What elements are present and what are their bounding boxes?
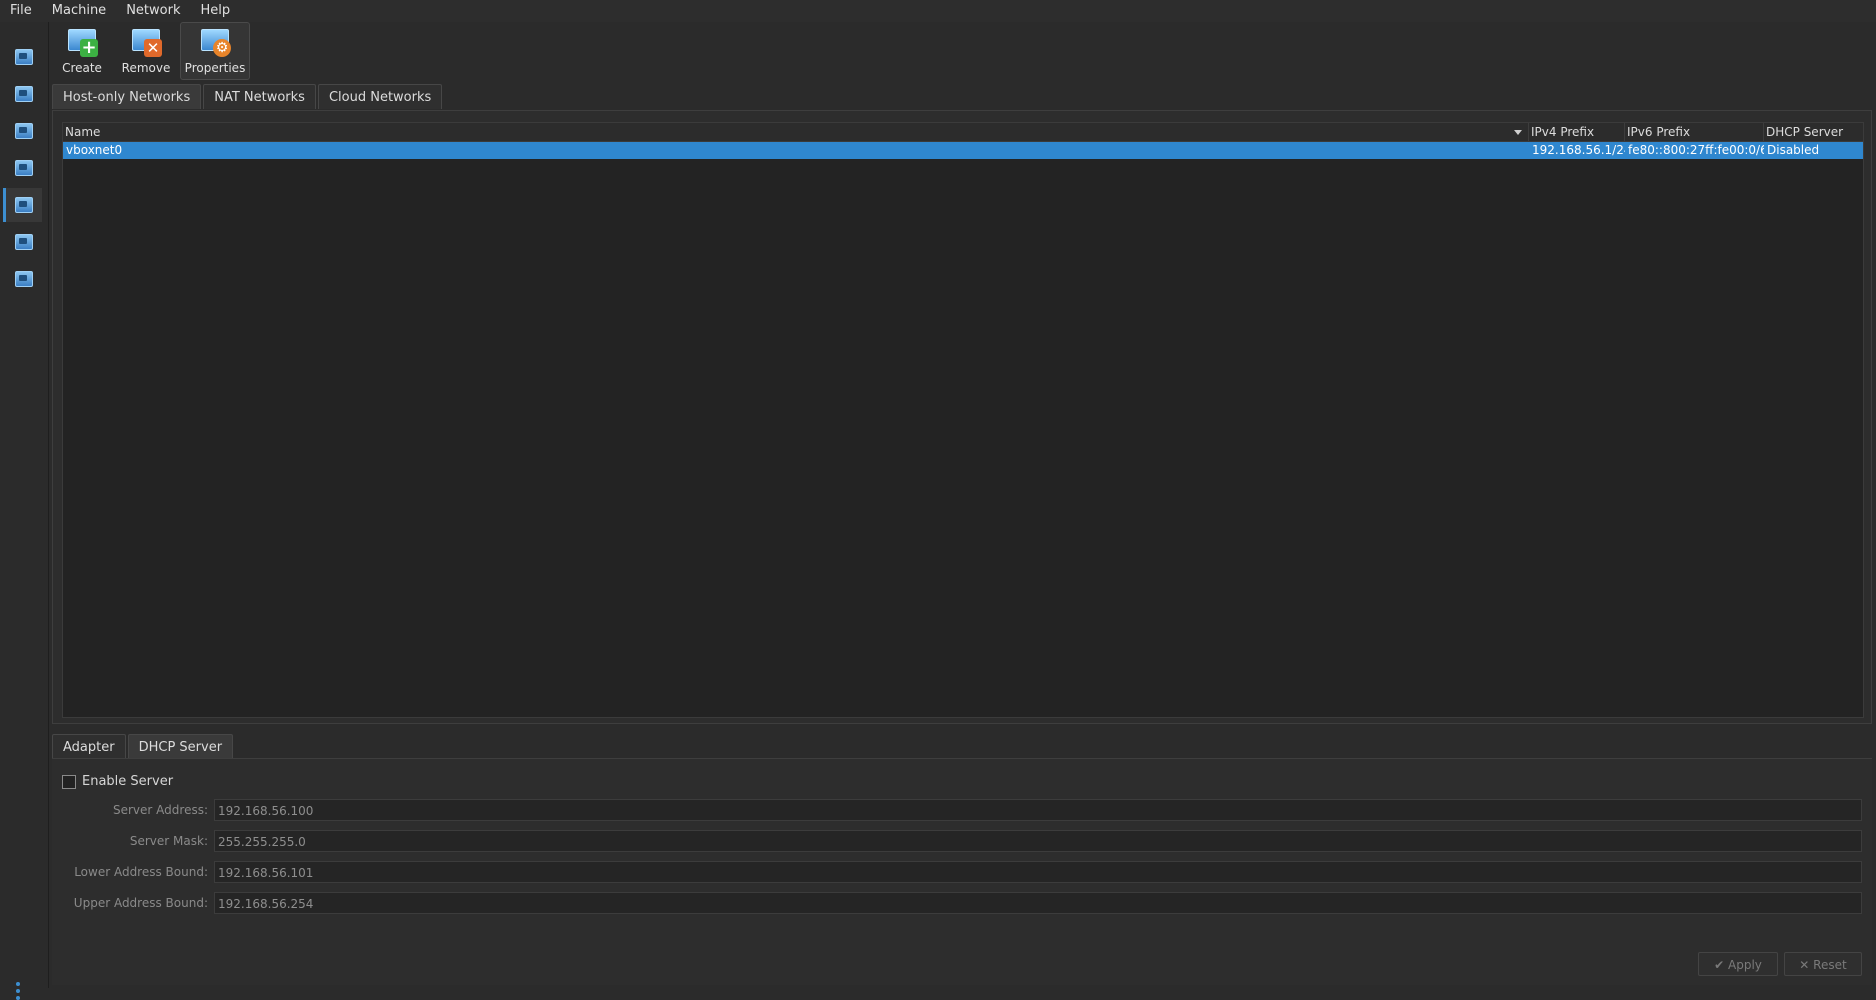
server-address-field: 192.168.56.100: [214, 799, 1862, 821]
column-name-label: Name: [65, 125, 101, 139]
sidebar-machines-button[interactable]: [6, 77, 42, 111]
menu-machine[interactable]: Machine: [42, 0, 116, 22]
enable-server-checkbox[interactable]: [62, 774, 76, 789]
server-mask-label: Server Mask:: [129, 834, 208, 848]
network-type-tabs: Host-only Networks NAT Networks Cloud Ne…: [52, 84, 444, 109]
lower-bound-label: Lower Address Bound:: [74, 865, 208, 879]
remove-label: Remove: [121, 61, 171, 75]
media-icon: [15, 160, 33, 176]
sidebar-activities-button[interactable]: [6, 262, 42, 296]
tab-nat-networks[interactable]: NAT Networks: [203, 84, 316, 109]
server-mask-row: Server Mask: 255.255.255.0: [52, 830, 1862, 852]
menu-network[interactable]: Network: [116, 0, 190, 22]
upper-bound-label: Upper Address Bound:: [73, 896, 208, 910]
apply-check-icon: ✔: [1714, 958, 1725, 972]
reset-x-icon: ✕: [1799, 958, 1810, 972]
tab-dhcp-server[interactable]: DHCP Server: [127, 734, 234, 759]
extensions-icon: [15, 123, 33, 139]
sidebar-welcome-button[interactable]: [6, 40, 42, 74]
cell-name: vboxnet0: [66, 143, 123, 157]
apply-label: Apply: [1728, 958, 1762, 972]
server-address-row: Server Address: 192.168.56.100: [52, 799, 1862, 821]
column-header-dhcp[interactable]: DHCP Server: [1764, 123, 1863, 141]
create-network-icon: +: [66, 27, 98, 57]
properties-label: Properties: [184, 61, 246, 75]
create-label: Create: [62, 61, 102, 75]
reset-button[interactable]: ✕ Reset: [1784, 952, 1862, 976]
activities-icon: [15, 271, 33, 287]
menu-help[interactable]: Help: [190, 0, 240, 22]
details-tabs: Adapter DHCP Server: [52, 734, 235, 759]
server-mask-field: 255.255.255.0: [214, 830, 1862, 852]
menu-file[interactable]: File: [0, 0, 42, 22]
cell-dhcp: Disabled: [1767, 143, 1820, 157]
sidebar-extensions-button[interactable]: [6, 114, 42, 148]
properties-button[interactable]: ⚙ Properties: [180, 22, 250, 80]
upper-bound-row: Upper Address Bound: 192.168.56.254: [52, 892, 1862, 914]
cell-ipv6: fe80::800:27ff:fe00:0/64: [1628, 143, 1764, 157]
enable-server-row[interactable]: Enable Server: [62, 774, 173, 789]
enable-server-label: Enable Server: [82, 774, 174, 789]
remove-network-icon: ✕: [130, 27, 162, 57]
column-header-name[interactable]: Name: [63, 123, 1529, 141]
lower-bound-row: Lower Address Bound: 192.168.56.101: [52, 861, 1862, 883]
properties-gear-icon: ⚙: [199, 27, 231, 57]
sidebar-cloud-button[interactable]: [6, 225, 42, 259]
tab-cloud-networks[interactable]: Cloud Networks: [317, 84, 443, 109]
machines-icon: [15, 86, 33, 102]
remove-button[interactable]: ✕ Remove: [116, 22, 176, 80]
sidebar-network-button[interactable]: [3, 188, 42, 222]
upper-bound-field: 192.168.56.254: [214, 892, 1862, 914]
table-header: Name IPv4 Prefix IPv6 Prefix DHCP Server: [63, 123, 1863, 142]
more-options-icon[interactable]: [16, 982, 20, 1000]
cloud-icon: [15, 234, 33, 250]
table-row[interactable]: vboxnet0 192.168.56.1/24 fe80::800:27ff:…: [63, 142, 1863, 159]
cell-ipv4: 192.168.56.1/24: [1532, 143, 1625, 157]
tools-sidebar: [0, 22, 49, 1000]
column-header-ipv4[interactable]: IPv4 Prefix: [1529, 123, 1625, 141]
create-button[interactable]: + Create: [52, 22, 112, 80]
apply-button[interactable]: ✔ Apply: [1698, 952, 1778, 976]
sort-desc-icon: [1514, 130, 1522, 135]
menu-bar: File Machine Network Help: [0, 0, 1876, 22]
lower-bound-field: 192.168.56.101: [214, 861, 1862, 883]
server-address-label: Server Address:: [113, 803, 208, 817]
networks-table[interactable]: Name IPv4 Prefix IPv6 Prefix DHCP Server…: [62, 122, 1864, 718]
column-header-ipv6[interactable]: IPv6 Prefix: [1625, 123, 1764, 141]
toolbar: + Create ✕ Remove ⚙ Properties: [52, 22, 254, 82]
tab-host-only-networks[interactable]: Host-only Networks: [52, 84, 202, 109]
tab-adapter[interactable]: Adapter: [52, 734, 126, 759]
reset-label: Reset: [1813, 958, 1847, 972]
network-icon: [15, 197, 33, 213]
sidebar-media-button[interactable]: [6, 151, 42, 185]
welcome-icon: [15, 49, 33, 65]
